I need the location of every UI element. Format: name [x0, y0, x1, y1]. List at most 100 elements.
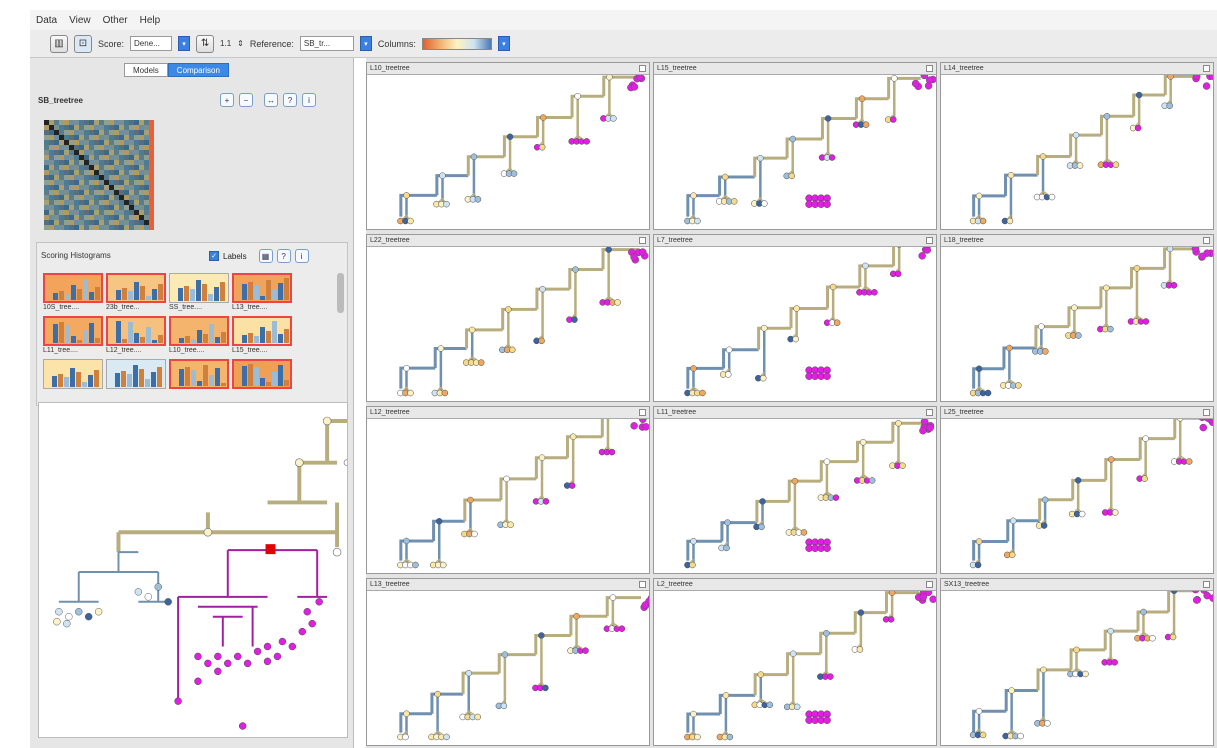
- matrix-cell[interactable]: [44, 225, 49, 230]
- tree-node[interactable]: [1167, 75, 1174, 80]
- matrix-cell[interactable]: [54, 185, 59, 190]
- matrix-cell[interactable]: [119, 120, 124, 125]
- matrix-cell[interactable]: [119, 180, 124, 185]
- tree-leaf[interactable]: [308, 619, 316, 628]
- matrix-cell[interactable]: [79, 185, 84, 190]
- matrix-cell[interactable]: [109, 190, 114, 195]
- tree-leaf[interactable]: [273, 652, 282, 661]
- matrix-cell[interactable]: [84, 160, 89, 165]
- matrix-cell[interactable]: [84, 120, 89, 125]
- tree-leaf[interactable]: [1111, 509, 1119, 516]
- matrix-cell[interactable]: [64, 205, 69, 210]
- histogram-item[interactable]: [43, 359, 103, 398]
- tree-leaf[interactable]: [1192, 75, 1201, 81]
- matrix-cell[interactable]: [89, 220, 94, 225]
- matrix-cell[interactable]: [119, 175, 124, 180]
- matrix-cell[interactable]: [94, 220, 99, 225]
- matrix-cell[interactable]: [84, 200, 89, 205]
- tree-leaf[interactable]: [1111, 659, 1118, 666]
- matrix-cell[interactable]: [44, 135, 49, 140]
- tree-leaf[interactable]: [204, 659, 212, 668]
- histogram-thumbnail[interactable]: [232, 359, 292, 389]
- matrix-cell[interactable]: [74, 145, 79, 150]
- tree-node[interactable]: [896, 247, 902, 248]
- matrix-cell[interactable]: [64, 180, 69, 185]
- grid-icon[interactable]: ▦: [258, 249, 273, 263]
- matrix-cell[interactable]: [124, 180, 129, 185]
- tree-drawing[interactable]: [654, 591, 936, 745]
- panel-close-icon[interactable]: [926, 65, 933, 72]
- histogram-thumbnail[interactable]: [169, 316, 229, 346]
- matrix-cell[interactable]: [79, 135, 84, 140]
- matrix-cell[interactable]: [69, 225, 74, 230]
- matrix-cell[interactable]: [149, 165, 154, 170]
- help-icon[interactable]: ?: [276, 249, 291, 263]
- matrix-cell[interactable]: [139, 170, 144, 175]
- matrix-cell[interactable]: [124, 150, 129, 155]
- tree-leaf[interactable]: [724, 371, 732, 378]
- tree-node[interactable]: [467, 496, 474, 504]
- tree-leaf[interactable]: [412, 561, 419, 569]
- tree-panel[interactable]: SX13_treetree: [940, 578, 1214, 746]
- tree-leaf[interactable]: [253, 647, 262, 656]
- matrix-cell[interactable]: [119, 140, 124, 145]
- matrix-cell[interactable]: [64, 170, 69, 175]
- matrix-cell[interactable]: [49, 175, 54, 180]
- matrix-cell[interactable]: [94, 160, 99, 165]
- matrix-cell[interactable]: [99, 130, 104, 135]
- tree-node[interactable]: [824, 115, 832, 122]
- tree-node[interactable]: [1140, 608, 1147, 616]
- tree-leaf[interactable]: [278, 637, 287, 646]
- tree-node[interactable]: [503, 475, 510, 483]
- tree-node[interactable]: [793, 305, 800, 312]
- tree-leaf[interactable]: [1078, 510, 1086, 518]
- histogram-thumbnail[interactable]: [43, 273, 103, 303]
- tree-leaf[interactable]: [694, 733, 701, 741]
- tree-leaf[interactable]: [635, 75, 644, 81]
- tree-node[interactable]: [538, 632, 545, 639]
- matrix-cell[interactable]: [69, 165, 74, 170]
- matrix-cell[interactable]: [54, 175, 59, 180]
- tree-leaf[interactable]: [923, 247, 932, 254]
- matrix-cell[interactable]: [119, 220, 124, 225]
- tree-node[interactable]: [975, 538, 983, 545]
- tree-leaf[interactable]: [477, 359, 485, 366]
- matrix-cell[interactable]: [89, 225, 94, 230]
- matrix-cell[interactable]: [64, 165, 69, 170]
- matrix-cell[interactable]: [149, 175, 154, 180]
- tree-node[interactable]: [539, 285, 546, 293]
- matrix-cell[interactable]: [99, 155, 104, 160]
- matrix-cell[interactable]: [149, 210, 154, 215]
- tree-leaf[interactable]: [402, 733, 409, 741]
- tree-node[interactable]: [435, 518, 443, 525]
- matrix-cell[interactable]: [69, 180, 74, 185]
- tree-leaf[interactable]: [134, 588, 143, 596]
- matrix-cell[interactable]: [94, 140, 99, 145]
- matrix-cell[interactable]: [109, 165, 114, 170]
- matrix-cell[interactable]: [134, 220, 139, 225]
- matrix-cell[interactable]: [84, 220, 89, 225]
- matrix-cell[interactable]: [59, 120, 64, 125]
- tree-leaf[interactable]: [1192, 591, 1200, 594]
- matrix-cell[interactable]: [49, 140, 54, 145]
- tree-leaf[interactable]: [441, 389, 449, 397]
- matrix-cell[interactable]: [44, 150, 49, 155]
- matrix-cell[interactable]: [54, 145, 59, 150]
- tree-node[interactable]: [1009, 517, 1017, 525]
- matrix-cell[interactable]: [69, 200, 74, 205]
- tree-leaf[interactable]: [614, 299, 621, 306]
- matrix-cell[interactable]: [144, 200, 149, 205]
- matrix-cell[interactable]: [124, 130, 129, 135]
- tree-node[interactable]: [539, 114, 547, 121]
- matrix-cell[interactable]: [59, 210, 64, 215]
- matrix-cell[interactable]: [124, 175, 129, 180]
- matrix-cell[interactable]: [74, 185, 79, 190]
- matrix-cell[interactable]: [79, 195, 84, 200]
- matrix-cell[interactable]: [54, 140, 59, 145]
- tree-leaf[interactable]: [507, 521, 514, 529]
- matrix-cell[interactable]: [124, 215, 129, 220]
- matrix-cell[interactable]: [149, 195, 154, 200]
- matrix-cell[interactable]: [79, 205, 84, 210]
- tree-node[interactable]: [403, 192, 410, 199]
- matrix-cell[interactable]: [89, 165, 94, 170]
